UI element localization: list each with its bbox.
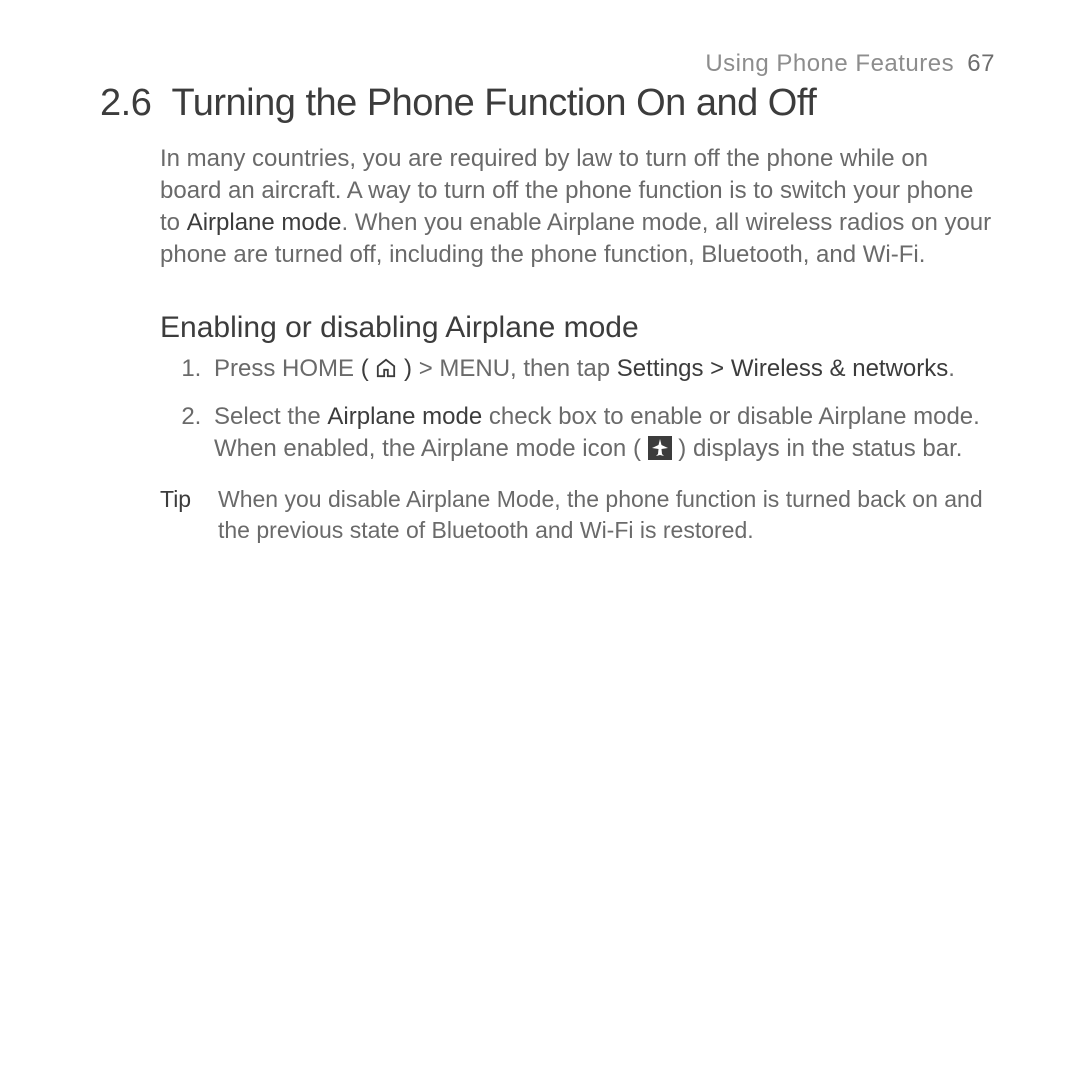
chapter-title: Using Phone Features	[705, 50, 954, 77]
step2-text-c: ) displays in the status bar.	[672, 435, 963, 462]
step1-text-b: > MENU, then tap	[412, 355, 617, 382]
airplane-icon	[648, 436, 672, 469]
step-1: Press HOME ( ) > MENU, then tap Settings…	[208, 353, 995, 387]
step1-text-a: Press HOME	[214, 355, 361, 382]
step1-text-c: .	[948, 355, 955, 382]
home-icon	[375, 355, 397, 387]
page-header: Using Phone Features 67	[100, 50, 995, 78]
subheading: Enabling or disabling Airplane mode	[160, 311, 995, 345]
manual-page: Using Phone Features 67 2.6 Turning the …	[0, 0, 1080, 546]
step-2: Select the Airplane mode check box to en…	[208, 401, 995, 470]
page-number: 67	[967, 50, 995, 77]
section-title: 2.6 Turning the Phone Function On and Of…	[100, 82, 995, 125]
section-heading: Turning the Phone Function On and Off	[171, 82, 816, 124]
step2-bold-airplane-mode: Airplane mode	[327, 403, 482, 430]
steps-list: Press HOME ( ) > MENU, then tap Settings…	[160, 353, 995, 470]
home-key-open-paren: (	[361, 355, 376, 382]
section-number: 2.6	[100, 82, 151, 124]
intro-bold-airplane-mode: Airplane mode	[187, 209, 342, 236]
tip-label: Tip	[160, 484, 218, 546]
tip-body: When you disable Airplane Mode, the phon…	[218, 484, 995, 546]
home-key-close-paren: )	[397, 355, 412, 382]
step2-text-a: Select the	[214, 403, 327, 430]
intro-paragraph: In many countries, you are required by l…	[160, 143, 995, 271]
step1-settings-path: Settings > Wireless & networks	[617, 355, 948, 382]
tip-block: Tip When you disable Airplane Mode, the …	[160, 484, 995, 546]
